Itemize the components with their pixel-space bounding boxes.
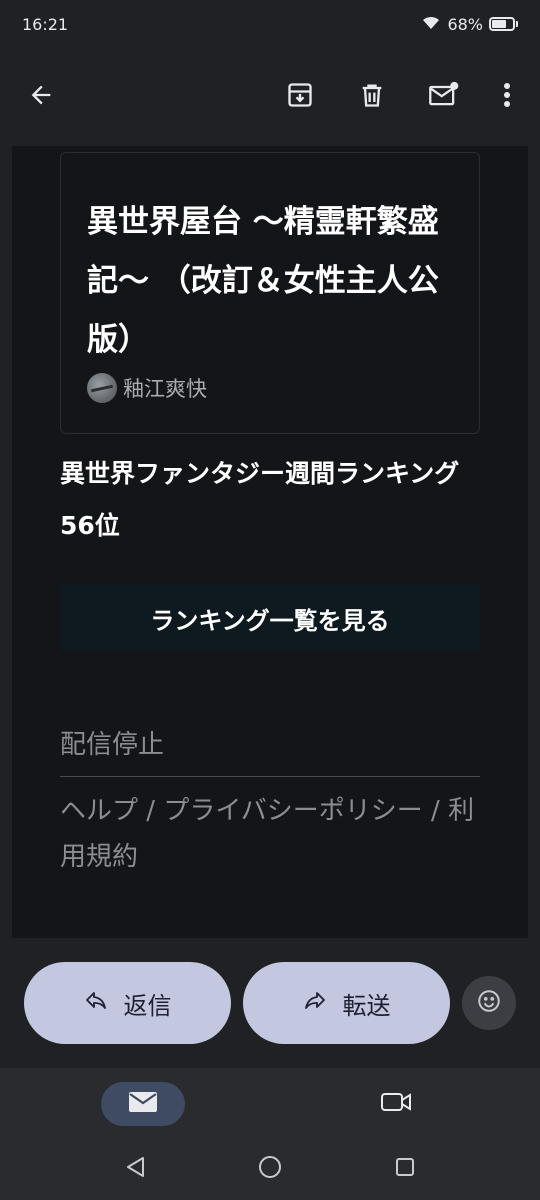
system-home-button[interactable] <box>255 1154 285 1184</box>
footer-separator: / <box>138 796 164 826</box>
arrow-left-icon <box>27 81 55 113</box>
more-options-button[interactable] <box>483 73 531 121</box>
ranking-text: 異世界ファンタジー週間ランキング 56位 <box>60 459 460 540</box>
status-time: 16:21 <box>22 14 69 34</box>
unsubscribe-link[interactable]: 配信停止 <box>60 724 164 761</box>
action-bar: 返信 転送 <box>0 938 540 1068</box>
battery-icon <box>489 17 518 31</box>
nav-mail-tab[interactable] <box>101 1082 185 1126</box>
divider <box>60 776 480 777</box>
back-button[interactable] <box>17 73 65 121</box>
footer-links: ヘルプ / プライバシーポリシー / 利用規約 <box>60 788 480 880</box>
forward-button[interactable]: 転送 <box>243 962 450 1044</box>
author-name: 釉江爽快 <box>123 377 207 401</box>
emoji-icon <box>476 988 502 1018</box>
reply-label: 返信 <box>123 991 172 1020</box>
system-nav-bar <box>0 1138 540 1200</box>
footer-separator: / <box>422 796 449 826</box>
battery-percent: 68% <box>447 14 483 34</box>
emoji-reaction-button[interactable] <box>462 976 516 1030</box>
status-icons: 68% <box>421 14 518 34</box>
triangle-back-icon <box>124 1155 146 1183</box>
system-recents-button[interactable] <box>390 1154 420 1184</box>
mail-icon <box>128 1090 158 1118</box>
forward-icon <box>303 988 327 1018</box>
wifi-icon <box>421 14 441 34</box>
bottom-nav <box>0 1068 540 1138</box>
author-avatar <box>87 373 117 403</box>
video-camera-icon <box>380 1090 412 1118</box>
reply-button[interactable]: 返信 <box>24 962 231 1044</box>
book-card[interactable]: 異世界屋台 〜精霊軒繁盛記〜 （改訂＆女性主人公版） 釉江爽快 <box>60 152 480 434</box>
circle-home-icon <box>257 1154 283 1184</box>
email-body: 異世界屋台 〜精霊軒繁盛記〜 （改訂＆女性主人公版） 釉江爽快 異世界ファンタジ… <box>12 146 528 938</box>
nav-meet-tab[interactable] <box>372 1082 420 1126</box>
more-vert-icon <box>503 82 511 112</box>
square-recents-icon <box>394 1156 416 1182</box>
help-link[interactable]: ヘルプ <box>60 796 138 826</box>
trash-icon <box>358 81 386 113</box>
archive-icon <box>286 81 314 113</box>
archive-button[interactable] <box>276 73 324 121</box>
view-ranking-button[interactable]: ランキング一覧を見る <box>60 584 480 652</box>
mail-unread-icon <box>428 81 460 113</box>
book-title: 異世界屋台 〜精霊軒繁盛記〜 （改訂＆女性主人公版） <box>87 204 439 358</box>
privacy-link[interactable]: プライバシーポリシー <box>163 796 422 826</box>
delete-button[interactable] <box>348 73 396 121</box>
app-bar <box>0 48 540 146</box>
status-bar: 16:21 68% <box>0 0 540 48</box>
forward-label: 転送 <box>342 991 391 1020</box>
reply-icon <box>84 988 108 1018</box>
system-back-button[interactable] <box>120 1154 150 1184</box>
mark-unread-button[interactable] <box>420 73 468 121</box>
author-row: 釉江爽快 <box>87 373 207 403</box>
